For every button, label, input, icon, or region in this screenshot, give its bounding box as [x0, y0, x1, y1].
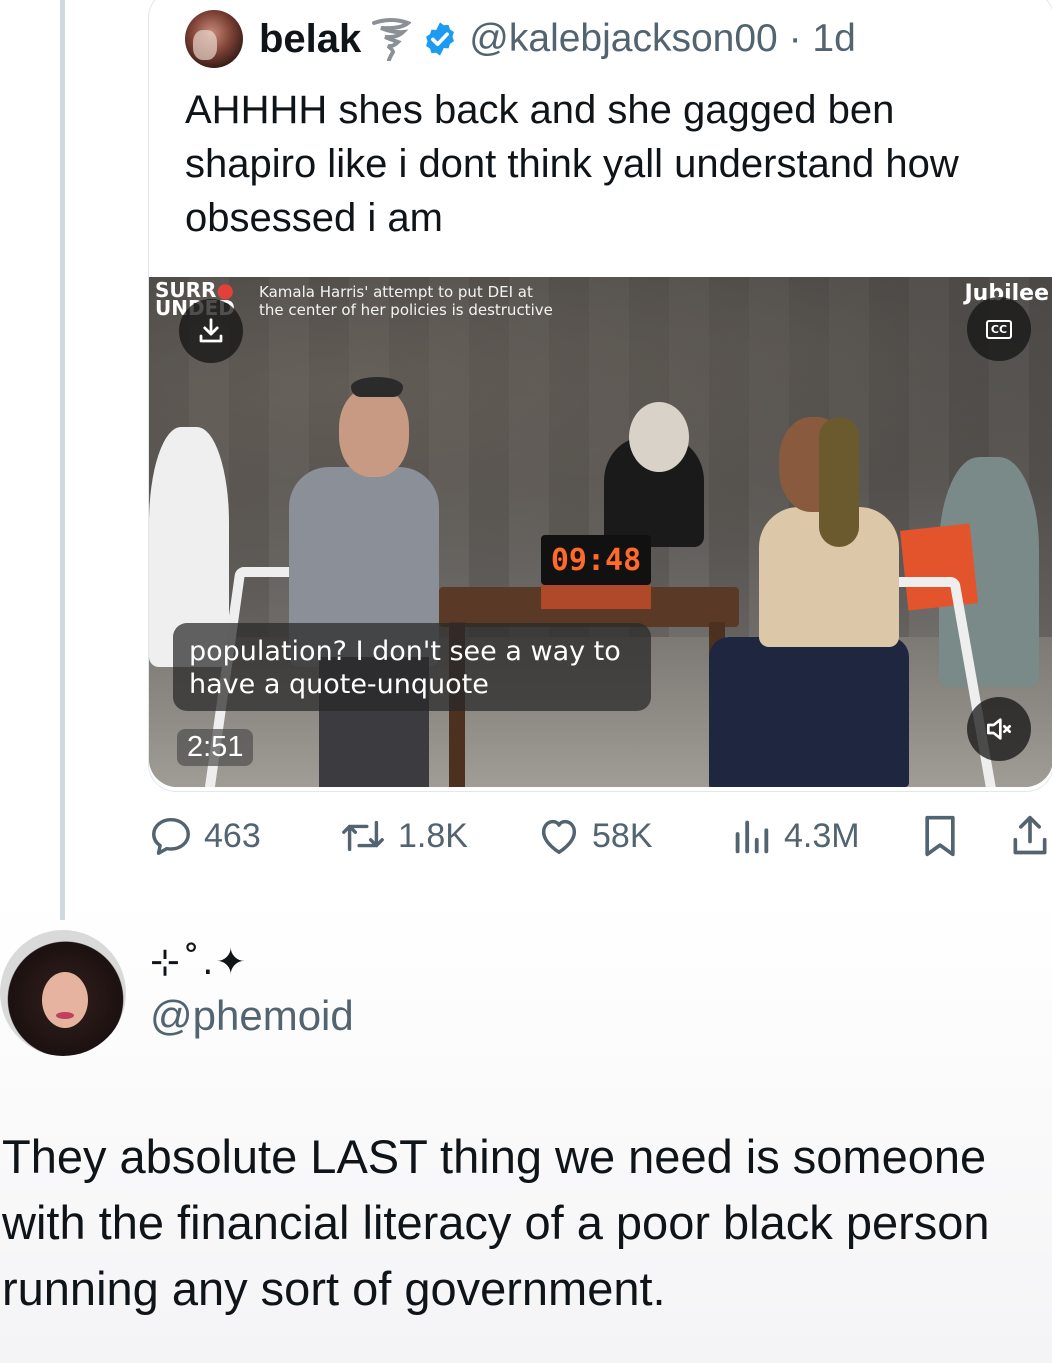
video-timer-stand	[541, 585, 651, 609]
repost-count: 1.8K	[398, 816, 468, 855]
unmute-button[interactable]	[967, 697, 1031, 761]
display-name[interactable]: ⊹˚.✦	[150, 942, 248, 983]
like-button[interactable]: 58K	[536, 806, 653, 866]
avatar[interactable]	[185, 10, 243, 68]
quoted-tweet-card[interactable]: belak @kalebjackson00 · 1d AHHHH shes ba…	[148, 0, 1052, 792]
video-topic-caption: Kamala Harris' attempt to put DEI at the…	[259, 283, 553, 319]
bookmark-icon	[925, 815, 955, 857]
quoted-tweet-text: AHHHH shes back and she gagged ben shapi…	[185, 88, 959, 240]
tweet-action-bar: 463 1.8K 58K 4.3M	[148, 806, 1052, 866]
cc-icon: CC	[985, 319, 1013, 339]
like-count: 58K	[592, 816, 653, 855]
reply-count: 463	[204, 816, 261, 855]
video-audience-member-head	[629, 402, 689, 472]
verified-badge-icon[interactable]	[421, 20, 459, 58]
views-chart-icon	[735, 820, 769, 854]
avatar[interactable]	[0, 930, 126, 1056]
video-person-left	[279, 377, 439, 787]
handle[interactable]: @phemoid	[150, 992, 354, 1040]
repost-button[interactable]: 1.8K	[338, 806, 468, 866]
download-icon	[199, 318, 223, 343]
video-player[interactable]: 09:48 SURR● UNDED Kamala Harris' attempt…	[149, 277, 1052, 787]
tornado-icon	[371, 17, 413, 62]
display-name[interactable]: belak	[259, 17, 361, 62]
heart-icon	[541, 819, 577, 855]
video-timer-display: 09:48	[541, 535, 651, 585]
bookmark-button[interactable]	[918, 806, 962, 866]
speaker-muted-icon	[987, 718, 1011, 740]
handle-and-timestamp[interactable]: @kalebjackson00 · 1d	[469, 17, 855, 61]
thread-connector-line	[60, 0, 65, 920]
video-duration-badge: 2:51	[177, 729, 254, 766]
tweet-text: They absolute LAST thing we need is some…	[2, 1130, 990, 1315]
share-button[interactable]	[1008, 806, 1052, 866]
video-person-right	[709, 417, 929, 787]
video-subtitle: population? I don't see a way to have a …	[173, 623, 651, 711]
closed-captions-button[interactable]: CC	[967, 297, 1031, 361]
view-count: 4.3M	[784, 816, 860, 855]
reply-button[interactable]: 463	[148, 806, 261, 866]
reply-icon	[152, 817, 190, 855]
views-button[interactable]: 4.3M	[728, 806, 860, 866]
page: belak @kalebjackson00 · 1d AHHHH shes ba…	[0, 0, 1052, 1363]
repost-icon	[342, 820, 384, 852]
share-icon	[1013, 815, 1047, 855]
download-button[interactable]	[179, 299, 243, 363]
quoted-tweet-header: belak @kalebjackson00 · 1d	[185, 9, 856, 69]
